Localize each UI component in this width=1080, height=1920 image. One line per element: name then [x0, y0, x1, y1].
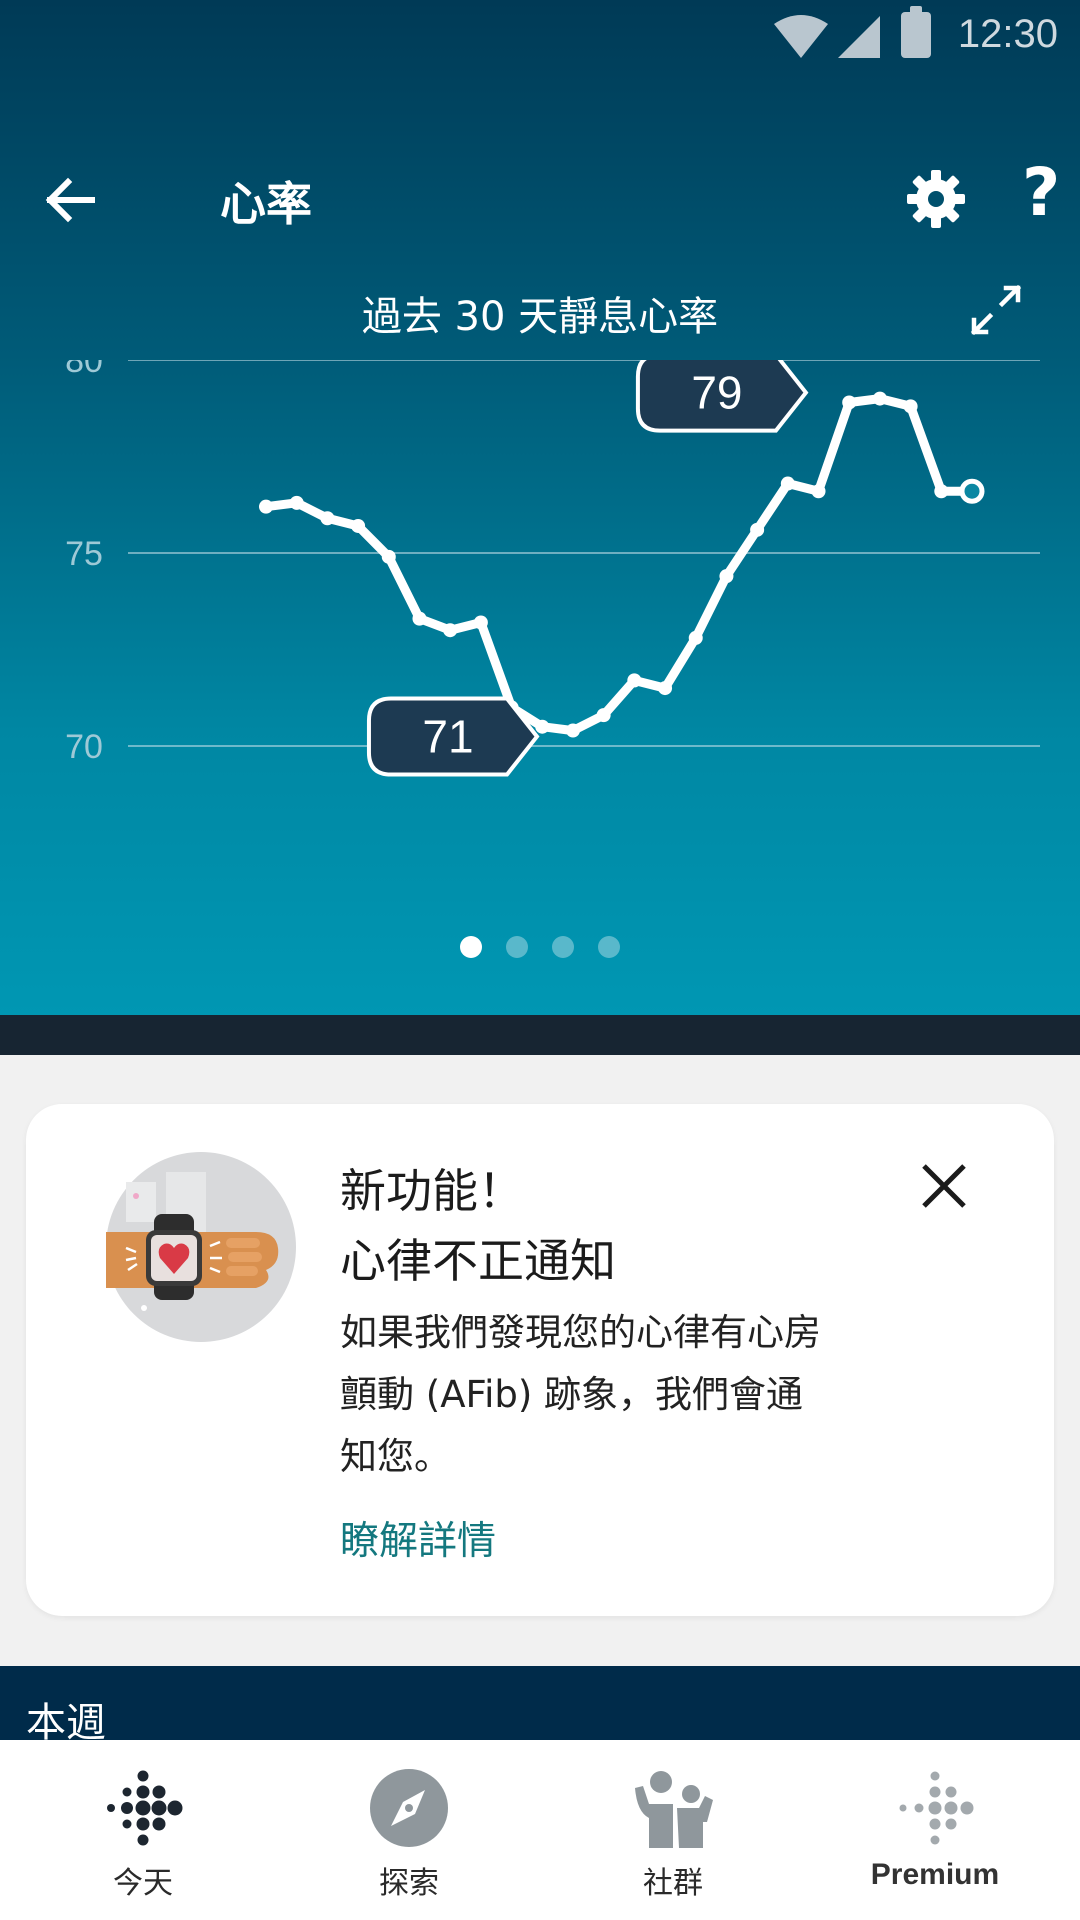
- min-value-callout: 71: [366, 696, 540, 777]
- data-point: [596, 708, 611, 723]
- data-point: [351, 518, 366, 533]
- nav-item-discover[interactable]: 探索: [274, 1740, 544, 1920]
- data-point: [903, 399, 918, 414]
- data-point: [842, 395, 857, 410]
- divider-band: [0, 1015, 1080, 1055]
- community-icon: [635, 1771, 713, 1848]
- y-tick-label: 75: [65, 535, 103, 573]
- card-heading-line2: 心律不正通知: [340, 1234, 616, 1288]
- battery-icon: [901, 6, 931, 58]
- page-dot[interactable]: [598, 936, 620, 958]
- premium-dots-icon: [899, 1771, 974, 1845]
- data-point: [443, 623, 458, 638]
- this-week-section-header: 本週: [0, 1666, 1080, 1746]
- card-heading: 新功能！ 心律不正通知: [340, 1156, 616, 1296]
- app-bar: 心率 ?: [0, 150, 1080, 250]
- signal-icon: [838, 16, 880, 58]
- data-point: [780, 476, 795, 491]
- status-time: 12:30: [957, 12, 1058, 56]
- data-point: [627, 673, 642, 688]
- page-indicator: [0, 936, 1080, 962]
- card-body-line3: 知您。: [340, 1435, 451, 1478]
- page-dot[interactable]: [460, 936, 482, 958]
- data-point: [959, 478, 985, 504]
- nav-label-today: 今天: [113, 1866, 173, 1901]
- help-icon[interactable]: ?: [1022, 160, 1060, 226]
- data-point: [934, 484, 949, 499]
- compass-icon: [370, 1769, 448, 1847]
- data-point: [473, 615, 488, 630]
- series-line: [261, 394, 977, 736]
- data-point: [535, 719, 550, 734]
- data-point: [289, 495, 304, 510]
- bottom-navigation: 今天 探索 社群 Premium: [0, 1740, 1080, 1920]
- wifi-icon: [774, 15, 828, 58]
- data-point: [381, 549, 396, 564]
- fitbit-dots-icon: [107, 1770, 183, 1846]
- nav-label-community: 社群: [643, 1866, 703, 1901]
- data-point: [719, 569, 734, 584]
- data-point: [259, 499, 273, 514]
- data-point: [412, 611, 427, 626]
- data-point: [320, 511, 335, 526]
- data-point: [750, 522, 765, 537]
- back-arrow-icon[interactable]: [40, 170, 100, 230]
- card-body-line2: 顫動 (AFib) 跡象，我們會通: [340, 1373, 804, 1416]
- data-point: [811, 484, 826, 499]
- resting-heart-rate-chart: 80 75 70 79 71: [65, 360, 1040, 777]
- nav-item-today[interactable]: 今天: [8, 1740, 278, 1920]
- nav-label-discover: 探索: [379, 1866, 439, 1901]
- page-dot[interactable]: [552, 936, 574, 958]
- y-tick-label: 80: [65, 360, 103, 380]
- card-body: 如果我們發現您的心律有心房 顫動 (AFib) 跡象，我們會通 知您。: [340, 1302, 900, 1488]
- card-body-line1: 如果我們發現您的心律有心房: [340, 1311, 821, 1354]
- max-value-callout: 79: [635, 360, 809, 433]
- nav-item-premium[interactable]: Premium: [800, 1740, 1070, 1920]
- data-point: [565, 723, 580, 738]
- nav-item-community[interactable]: 社群: [538, 1740, 808, 1920]
- page-dot[interactable]: [506, 936, 528, 958]
- chart-title: 過去 30 天靜息心率: [361, 294, 719, 340]
- gear-icon[interactable]: [905, 168, 967, 230]
- data-point: [688, 630, 703, 645]
- learn-more-link[interactable]: 瞭解詳情: [340, 1510, 496, 1566]
- data-point: [658, 681, 673, 696]
- nav-label-premium: Premium: [870, 1858, 1000, 1891]
- data-point: [872, 391, 887, 406]
- close-icon[interactable]: [918, 1160, 970, 1212]
- page-title: 心率: [220, 177, 312, 231]
- afib-notification-card: 新功能！ 心律不正通知 如果我們發現您的心律有心房 顫動 (AFib) 跡象，我…: [26, 1104, 1054, 1616]
- y-tick-label: 70: [65, 728, 103, 766]
- hero-gradient: 12:30 心率 ? 過去 30 天靜息心率 80 75 70 79 71: [0, 0, 1080, 1015]
- callout-label: 71: [422, 711, 473, 763]
- expand-icon[interactable]: [968, 282, 1024, 338]
- watch-wrist-illustration-icon: [106, 1152, 296, 1342]
- callout-label: 79: [691, 367, 742, 419]
- card-heading-line1: 新功能！: [340, 1164, 524, 1218]
- status-bar: 12:30: [0, 0, 1080, 72]
